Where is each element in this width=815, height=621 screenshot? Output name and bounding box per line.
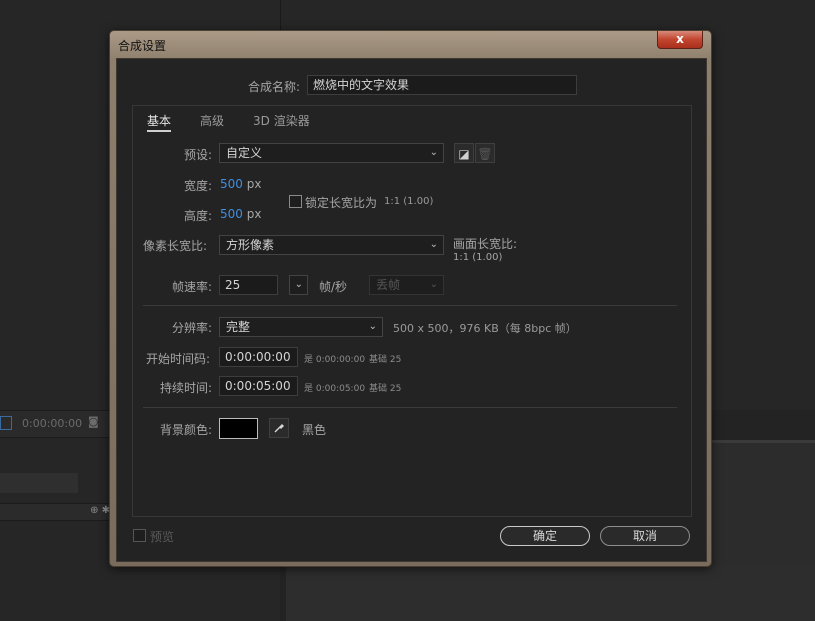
close-button[interactable]: x — [657, 31, 703, 49]
bg-color-label: 背景颜色: — [160, 423, 213, 437]
duration-input[interactable]: 0:00:05:00 — [219, 376, 298, 396]
frame-rate-dropdown[interactable]: ⌄ — [289, 275, 308, 295]
width-label: 宽度: — [184, 179, 213, 193]
timeline-graph-area — [286, 565, 815, 621]
eyedropper-icon[interactable] — [269, 418, 289, 438]
frame-aspect-label: 画面长宽比: — [453, 237, 518, 251]
start-timecode-label: 开始时间码: — [146, 352, 211, 366]
tab-basic[interactable]: 基本 — [147, 112, 172, 132]
drop-frame-dropdown: 丢帧 ⌄ — [369, 275, 444, 295]
chevron-down-icon: ⌄ — [429, 279, 438, 290]
frame-rate-input[interactable]: 25 — [219, 275, 278, 295]
dialog-title: 合成设置 — [118, 39, 167, 53]
height-value-group: 500 px — [220, 207, 261, 221]
comp-name-label: 合成名称: — [248, 80, 301, 94]
preview-checkbox[interactable] — [133, 529, 146, 542]
frame-rate-unit: 帧/秒 — [319, 280, 348, 294]
save-preset-icon[interactable]: ◪ — [454, 143, 474, 163]
duration-is: 是 0:00:05:00 — [304, 384, 366, 394]
height-unit: px — [246, 207, 262, 221]
chevron-down-icon: ⌄ — [368, 321, 377, 332]
switches-icon[interactable]: ⊕ ✱ — [90, 505, 110, 516]
resolution-info: 500 x 500，976 KB（每 8bpc 帧） — [393, 322, 577, 335]
chevron-down-icon: ⌄ — [429, 147, 438, 158]
preset-dropdown[interactable]: 自定义 ⌄ — [219, 143, 444, 163]
resolution-dropdown[interactable]: 完整 ⌄ — [219, 317, 383, 337]
delete-preset-icon[interactable]: 🗑 — [475, 143, 495, 163]
ok-button[interactable]: 确定 — [500, 526, 590, 546]
bg-color-name: 黑色 — [302, 423, 327, 437]
bg-color-swatch[interactable] — [219, 418, 258, 439]
start-timecode-base: 基础 25 — [369, 355, 402, 365]
preset-label: 预设: — [184, 148, 213, 162]
start-timecode-is: 是 0:00:00:00 — [304, 355, 366, 365]
width-unit: px — [246, 177, 262, 191]
comp-icon — [0, 416, 12, 430]
drop-frame-value: 丢帧 — [376, 278, 401, 292]
resolution-value: 完整 — [226, 320, 251, 334]
pixel-aspect-value: 方形像素 — [226, 238, 275, 252]
settings-panel: 基本 高级 3D 渲染器 预设: 自定义 ⌄ ◪ 🗑 宽度: 500 px 高度… — [132, 105, 692, 517]
comp-name-input[interactable]: 燃烧中的文字效果 — [307, 75, 577, 95]
width-value[interactable]: 500 — [220, 177, 243, 191]
pixel-aspect-dropdown[interactable]: 方形像素 ⌄ — [219, 235, 444, 255]
lock-aspect-ratio: 1:1 (1.00) — [384, 196, 434, 207]
lock-aspect-checkbox[interactable] — [289, 195, 302, 208]
timeline-current-time[interactable]: 0:00:00:00 — [22, 417, 82, 430]
timeline-search-field[interactable] — [0, 473, 78, 493]
pixel-aspect-label: 像素长宽比: — [143, 239, 208, 253]
height-value[interactable]: 500 — [220, 207, 243, 221]
frame-aspect-value: 1:1 (1.00) — [453, 252, 503, 263]
start-timecode-input[interactable]: 0:00:00:00 — [219, 347, 298, 367]
resolution-label: 分辨率: — [172, 321, 213, 335]
dialog-client: 合成名称: 燃烧中的文字效果 基本 高级 3D 渲染器 预设: 自定义 ⌄ ◪ … — [116, 58, 707, 562]
dialog-titlebar[interactable]: 合成设置 x — [110, 31, 711, 57]
lock-aspect-label[interactable]: 锁定长宽比为 — [305, 194, 377, 211]
chevron-down-icon: ⌄ — [429, 239, 438, 250]
preview-label[interactable]: 预览 — [150, 528, 174, 545]
frame-rate-label: 帧速率: — [172, 280, 213, 294]
divider — [143, 305, 677, 306]
width-value-group: 500 px — [220, 177, 261, 191]
composition-settings-dialog: 合成设置 x 合成名称: 燃烧中的文字效果 基本 高级 3D 渲染器 预设: 自… — [109, 30, 712, 567]
preset-value: 自定义 — [226, 146, 263, 160]
timeline-track-area — [705, 440, 815, 568]
tab-3d-renderer[interactable]: 3D 渲染器 — [253, 112, 310, 129]
duration-base: 基础 25 — [369, 384, 402, 394]
divider — [143, 407, 677, 408]
camera-icon[interactable]: ◙ — [88, 415, 99, 428]
cancel-button[interactable]: 取消 — [600, 526, 690, 546]
tab-advanced[interactable]: 高级 — [200, 112, 224, 129]
height-label: 高度: — [184, 209, 213, 223]
chevron-down-icon: ⌄ — [294, 279, 303, 290]
duration-label: 持续时间: — [160, 381, 213, 395]
